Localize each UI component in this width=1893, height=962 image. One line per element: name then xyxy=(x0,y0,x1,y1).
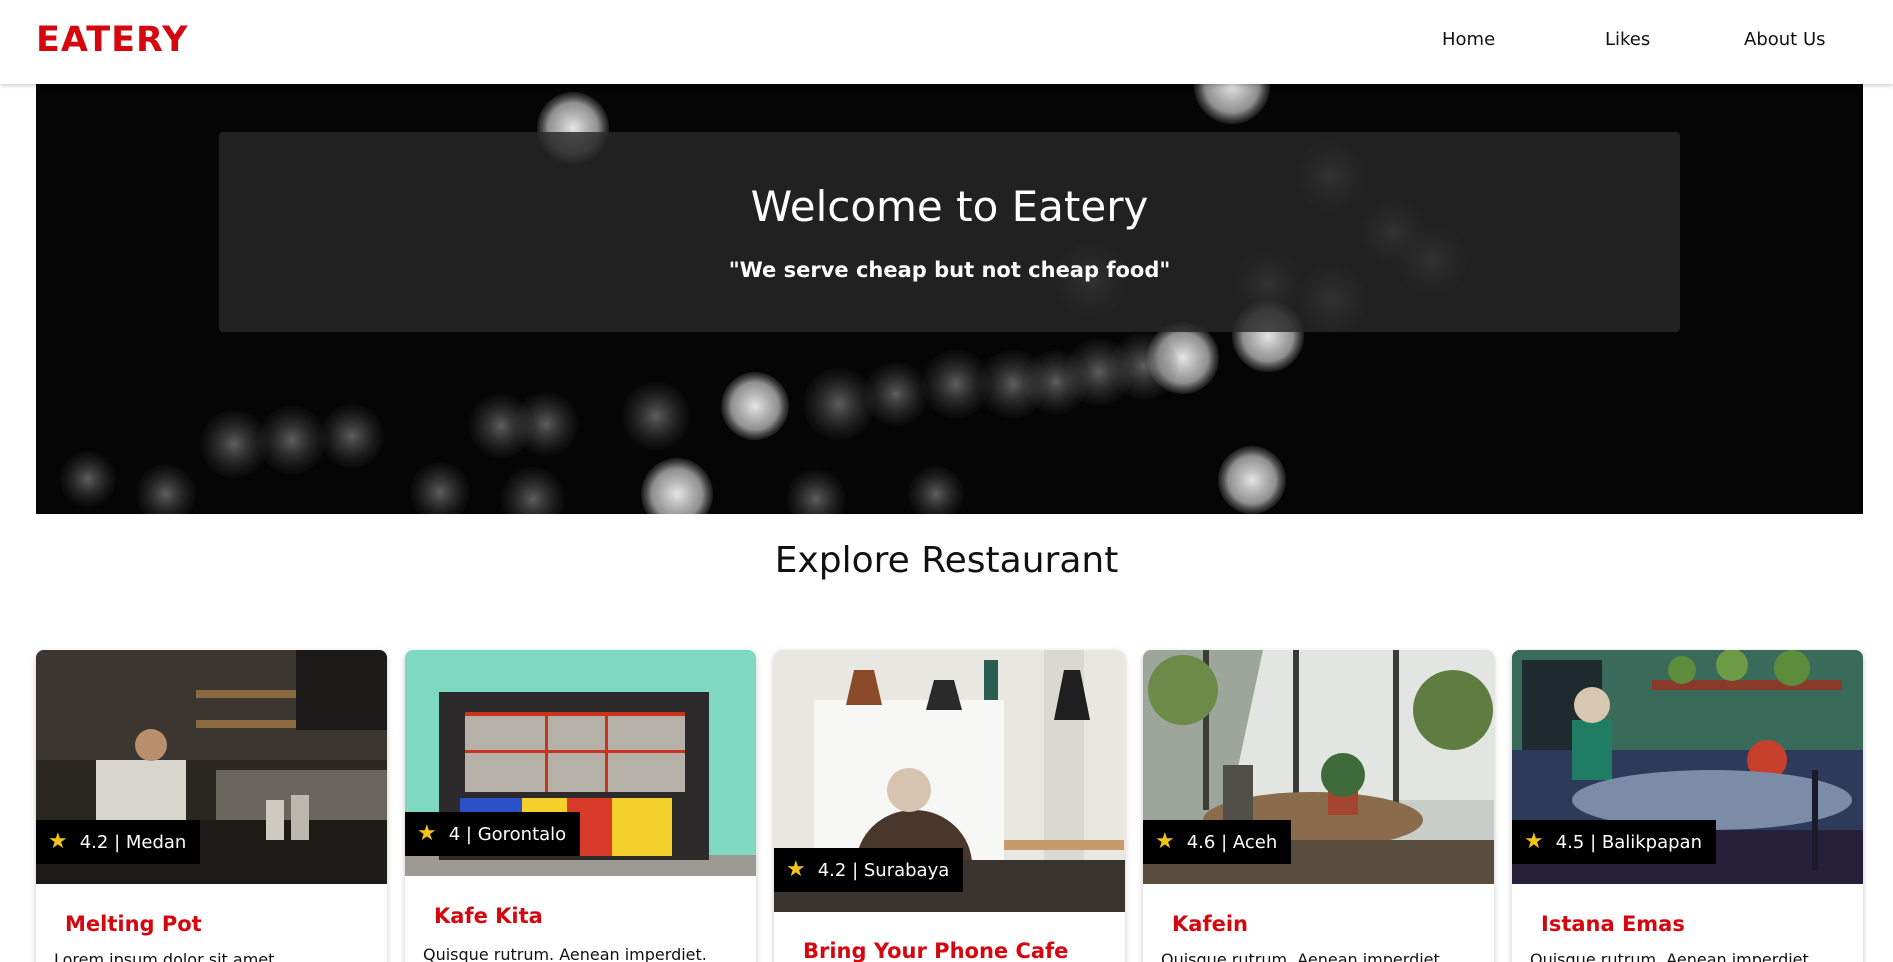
restaurant-name[interactable]: Istana Emas xyxy=(1541,912,1685,936)
rating-text: 4.2 | Surabaya xyxy=(817,859,950,881)
restaurant-name[interactable]: Kafein xyxy=(1172,912,1248,936)
restaurant-description: Lorem ipsum dolor sit amet xyxy=(54,950,275,962)
restaurant-card[interactable]: ★ 4.5 | Balikpapan Istana Emas Quisque r… xyxy=(1512,650,1863,962)
rating-text: 4.6 | Aceh xyxy=(1186,831,1278,853)
star-icon: ★ xyxy=(786,857,806,882)
restaurant-card[interactable]: ★ 4 | Gorontalo Kafe Kita Quisque rutrum… xyxy=(405,650,756,962)
star-icon: ★ xyxy=(48,829,68,854)
star-icon: ★ xyxy=(1155,829,1175,854)
hero-banner: Welcome to Eatery "We serve cheap but no… xyxy=(36,84,1863,514)
restaurant-card[interactable]: ★ 4.2 | Medan Melting Pot Lorem ipsum do… xyxy=(36,650,387,962)
hero-subtitle: "We serve cheap but not cheap food" xyxy=(728,258,1171,282)
restaurant-name[interactable]: Bring Your Phone Cafe xyxy=(803,939,1068,962)
restaurant-description: Quisque rutrum. Aenean imperdiet. xyxy=(1530,950,1814,962)
nav-likes[interactable]: Likes xyxy=(1605,29,1650,50)
nav-home[interactable]: Home xyxy=(1442,29,1495,50)
explore-title: Explore Restaurant xyxy=(774,540,1119,581)
restaurant-name[interactable]: Kafe Kita xyxy=(434,904,543,928)
nav-about-us[interactable]: About Us xyxy=(1744,29,1826,50)
restaurant-description: Quisque rutrum. Aenean imperdiet. xyxy=(423,945,707,962)
star-icon: ★ xyxy=(1524,829,1544,854)
rating-text: 4.2 | Medan xyxy=(79,831,187,853)
app-header: EATERY Home Likes About Us xyxy=(0,0,1893,84)
brand-logo[interactable]: EATERY xyxy=(36,20,188,60)
rating-badge: ★ 4.5 | Balikpapan xyxy=(1512,820,1716,864)
star-icon: ★ xyxy=(417,821,437,846)
rating-badge: ★ 4.2 | Surabaya xyxy=(774,848,964,892)
rating-badge: ★ 4 | Gorontalo xyxy=(405,812,581,856)
rating-badge: ★ 4.6 | Aceh xyxy=(1143,820,1292,864)
restaurant-name[interactable]: Melting Pot xyxy=(65,912,202,936)
restaurant-description: Quisque rutrum. Aenean imperdiet. xyxy=(1161,950,1445,962)
hero-title: Welcome to Eatery xyxy=(750,182,1149,231)
hero-overlay: Welcome to Eatery "We serve cheap but no… xyxy=(219,132,1680,332)
rating-text: 4.5 | Balikpapan xyxy=(1555,831,1702,853)
rating-text: 4 | Gorontalo xyxy=(448,823,567,845)
rating-badge: ★ 4.2 | Medan xyxy=(36,820,201,864)
restaurant-card[interactable]: ★ 4.2 | Surabaya Bring Your Phone Cafe xyxy=(774,650,1125,962)
restaurant-card[interactable]: ★ 4.6 | Aceh Kafein Quisque rutrum. Aene… xyxy=(1143,650,1494,962)
